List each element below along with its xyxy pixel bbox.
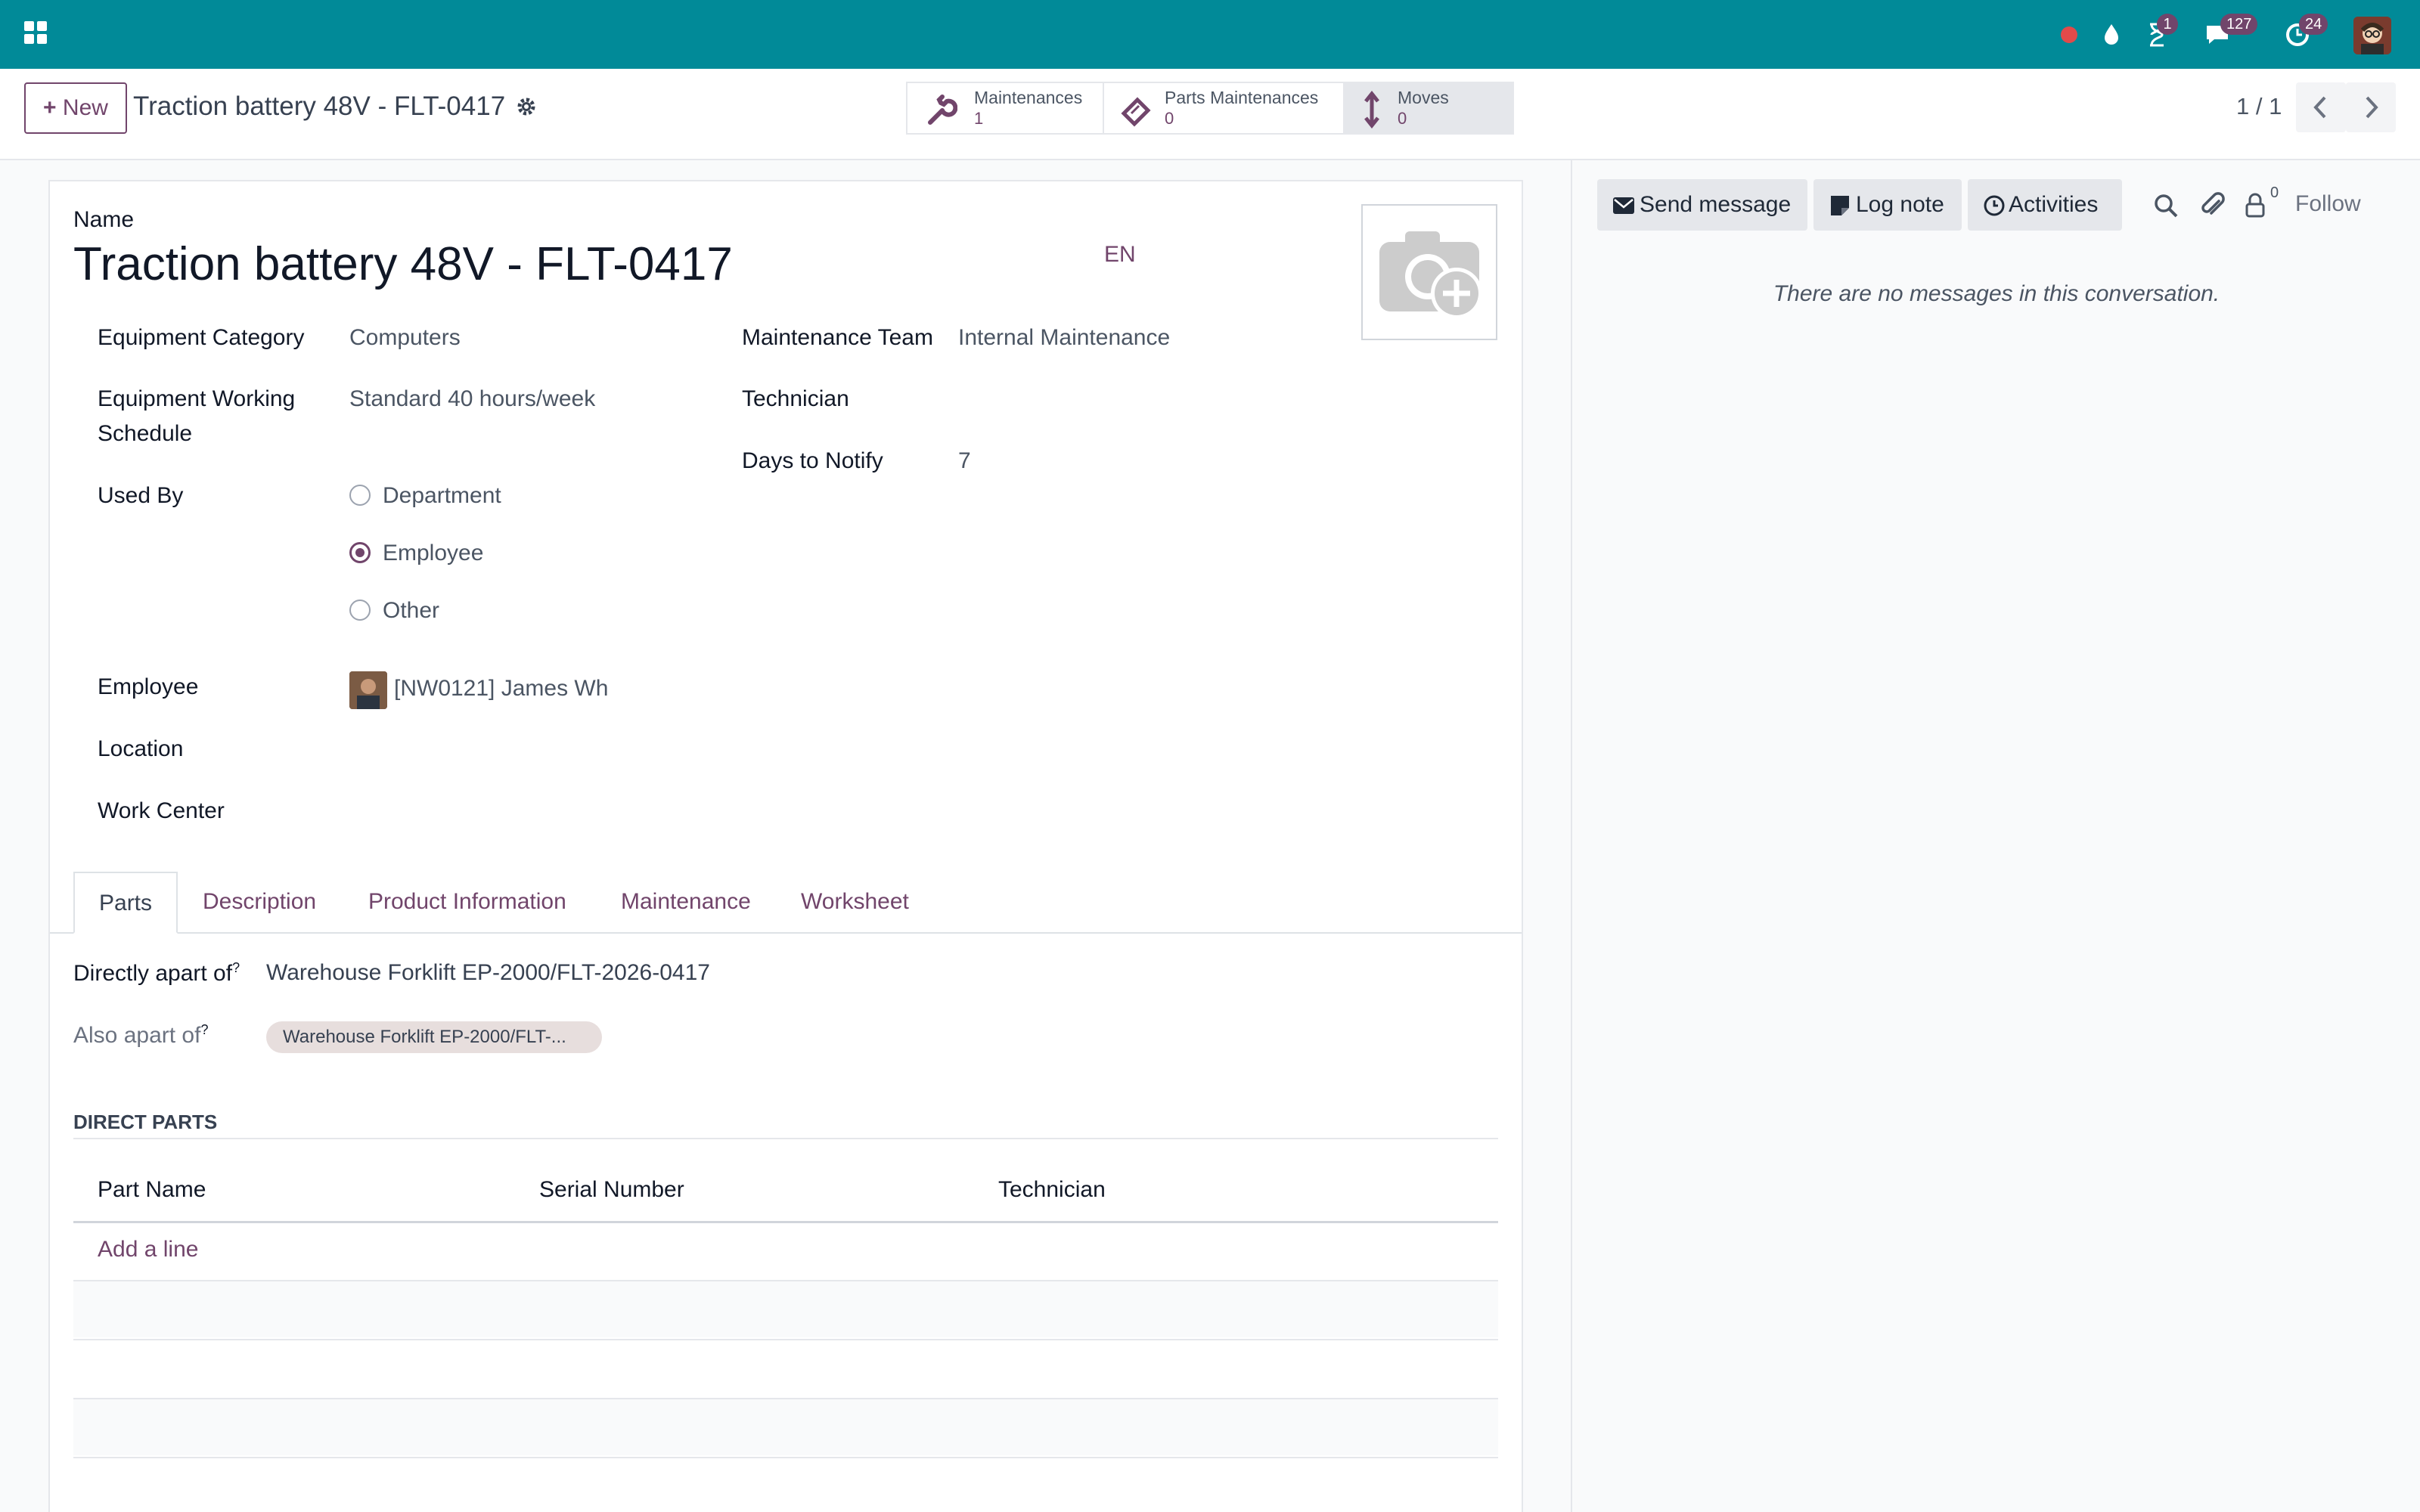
table-empty-row [73,1280,1498,1337]
smart-button-moves[interactable]: Moves 0 [1343,82,1514,135]
days-to-notify-field[interactable]: 7 [958,448,971,474]
name-label: Name [73,207,135,232]
table-header-divider [73,1221,1498,1223]
recording-dot-icon[interactable] [2054,18,2084,48]
language-toggle[interactable]: EN [1104,242,1136,268]
top-navbar: 1 127 24 [0,0,2420,69]
directly-apart-of-text: Directly apart of [73,961,233,986]
send-message-label: Send message [1640,192,1792,217]
pager-next-button[interactable] [2346,82,2396,132]
log-note-button[interactable]: Log note [1813,179,1962,231]
note-icon [1831,196,1849,215]
column-header-serial-number[interactable]: Serial Number [539,1177,684,1203]
maintenance-team-label: Maintenance Team [742,325,933,350]
log-note-label: Log note [1856,192,1944,217]
followers-lock-icon[interactable] [2243,191,2267,221]
smart-button-parts-maintenances[interactable]: Parts Maintenances 0 [1103,82,1345,135]
envelope-icon [1613,197,1634,214]
location-field[interactable] [349,730,697,767]
tab-parts[interactable]: Parts [73,872,178,934]
working-schedule-label-line2: Schedule [98,421,193,446]
used-by-option-label[interactable]: Other [383,598,439,624]
used-by-label: Used By [98,483,184,508]
new-button[interactable]: + New [24,82,127,134]
days-to-notify-label: Days to Notify [742,448,883,473]
followers-count: 0 [2270,184,2279,201]
user-avatar[interactable] [2353,17,2391,54]
smart-button-label: Maintenances [974,88,1083,107]
section-divider [73,1138,1498,1139]
add-a-line-button[interactable]: Add a line [98,1237,198,1263]
equipment-category-field[interactable]: Computers [349,325,461,351]
help-tooltip-icon[interactable]: ? [232,960,240,975]
employee-field[interactable]: [NW0121] James Wh [394,676,608,702]
table-empty-row [73,1398,1498,1455]
used-by-employee-radio[interactable] [349,542,371,563]
technician-field[interactable] [958,380,1321,417]
smart-button-value: 0 [1398,109,1407,128]
used-by-option-label[interactable]: Employee [383,541,483,566]
employee-label: Employee [98,674,199,699]
search-icon[interactable] [2152,192,2180,219]
table-empty-row [73,1339,1498,1396]
tab-maintenance[interactable]: Maintenance [597,872,775,934]
clock-icon [1984,195,2005,216]
pager-value[interactable]: 1 / 1 [2236,93,2282,120]
send-message-button[interactable]: Send message [1597,179,1807,231]
apps-menu-icon[interactable] [24,21,48,45]
also-apart-of-tag[interactable]: Warehouse Forklift EP-2000/FLT-... [266,1021,602,1053]
control-panel: + New Traction battery 48V - FLT-0417 Ma… [0,69,2420,160]
employee-avatar [349,671,387,709]
tab-description[interactable]: Description [178,872,340,934]
new-button-label: New [62,95,108,120]
maintenance-team-field[interactable]: Internal Maintenance [958,325,1170,351]
column-header-technician[interactable]: Technician [998,1177,1106,1203]
activities-button[interactable]: Activities [1968,179,2122,231]
smart-button-value: 1 [974,109,984,128]
work-center-label: Work Center [98,798,225,823]
ticket-icon [1121,97,1151,127]
work-center-field[interactable] [349,792,697,829]
record-breadcrumb-title: Traction battery 48V - FLT-0417 [133,91,506,121]
chatter-separator [1571,160,1572,1512]
gear-icon[interactable] [514,94,538,119]
follow-button[interactable]: Follow [2295,191,2361,217]
working-schedule-label-line1: Equipment Working [98,386,296,411]
activities-label: Activities [2009,192,2099,217]
used-by-department-radio[interactable] [349,485,371,506]
smart-button-maintenances[interactable]: Maintenances 1 [906,82,1104,135]
directly-apart-of-field[interactable]: Warehouse Forklift EP-2000/FLT-2026-0417 [266,960,710,986]
smart-button-value: 0 [1165,109,1174,128]
smart-button-label: Moves [1398,88,1449,107]
directly-apart-of-label: Directly apart of? [73,960,240,987]
equipment-image[interactable] [1361,204,1497,340]
drop-icon[interactable] [2096,18,2127,48]
used-by-other-radio[interactable] [349,600,371,621]
equipment-category-label: Equipment Category [98,325,305,350]
direct-parts-section-title: DIRECT PARTS [73,1111,218,1133]
wrench-icon [928,94,957,125]
location-label: Location [98,736,184,761]
empty-conversation-message: There are no messages in this conversati… [1773,281,2220,306]
working-schedule-field[interactable]: Standard 40 hours/week [349,386,595,412]
technician-label: Technician [742,386,849,411]
table-bottom-divider [73,1457,1498,1458]
also-apart-of-label: Also apart of? [73,1022,208,1049]
help-tooltip-icon[interactable]: ? [200,1022,208,1037]
pager-previous-button[interactable] [2296,82,2346,132]
used-by-option-label[interactable]: Department [383,483,501,509]
messages-badge: 127 [2220,14,2258,35]
camera-add-icon [1379,231,1482,319]
tab-product-information[interactable]: Product Information [344,872,591,934]
smart-button-label: Parts Maintenances [1165,88,1319,107]
equipment-name-input[interactable]: Traction battery 48V - FLT-0417 [73,237,733,291]
tab-worksheet[interactable]: Worksheet [777,872,933,934]
up-down-arrow-icon [1364,91,1379,129]
activities-badge: 1 [2157,14,2178,35]
clock-badge: 24 [2299,14,2328,35]
also-apart-of-text: Also apart of [73,1023,201,1048]
paperclip-icon[interactable] [2199,191,2226,221]
column-header-part-name[interactable]: Part Name [98,1177,206,1203]
plus-icon: + [43,95,57,120]
